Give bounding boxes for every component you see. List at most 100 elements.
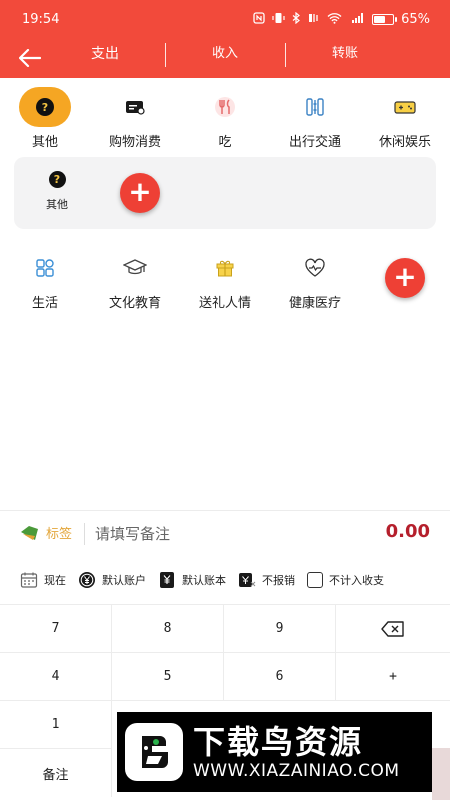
date-option-label: 现在: [44, 574, 66, 587]
account-option[interactable]: 默认账户: [78, 571, 146, 589]
category-icon-bg: [199, 87, 251, 127]
key-9[interactable]: 9: [224, 605, 336, 653]
note-key[interactable]: 备注: [0, 749, 112, 797]
reimburse-icon: [238, 571, 256, 589]
note-input[interactable]: [95, 521, 365, 547]
category-icon-bg: [109, 248, 161, 288]
account-option-label: 默认账户: [102, 574, 146, 587]
backspace-icon: [381, 620, 404, 637]
screen: 19:54 65% 支出 收入 转账 ? 其他 购物消费 吃 出行交通 休闲娱乐…: [0, 0, 450, 800]
add-category-button[interactable]: +: [385, 258, 425, 298]
card-icon: [126, 101, 145, 115]
date-option[interactable]: 现在: [20, 571, 66, 589]
arrow-left-icon: [19, 49, 41, 67]
battery-icon: [372, 13, 398, 25]
category-icon-bg: [19, 248, 71, 288]
category-icon-bg: ?: [19, 87, 71, 127]
category-transit[interactable]: 出行交通: [270, 87, 360, 150]
watermark-url: WWW.XIAZAINIAO.COM: [193, 761, 400, 781]
exclude-option[interactable]: 不计入收支: [307, 572, 384, 588]
category-label: 休闲娱乐: [378, 135, 431, 150]
category-label: 购物消费: [108, 135, 161, 150]
wifi-icon: [327, 12, 342, 26]
key-plus[interactable]: +: [336, 653, 450, 701]
book-option[interactable]: 默认账本: [158, 571, 226, 589]
status-bar: 19:54 65%: [0, 0, 450, 38]
key-6[interactable]: 6: [224, 653, 336, 701]
gift-icon: [216, 260, 234, 277]
watermark-banner: 下载鸟资源 WWW.XIAZAINIAO.COM: [117, 712, 432, 792]
status-icons: 65%: [253, 12, 430, 27]
graduation-cap-icon: [123, 259, 147, 275]
category-food[interactable]: 吃: [180, 87, 270, 150]
category-label: 其他: [31, 135, 58, 150]
category-label: 生活: [31, 296, 58, 311]
vibrate-icon: [272, 12, 285, 26]
tab-expense[interactable]: 支出: [60, 38, 150, 78]
confirm-button[interactable]: [432, 748, 450, 800]
grid-icon: [36, 259, 54, 277]
gamepad-icon: [394, 101, 416, 114]
category-icon-bg: [379, 87, 431, 127]
heart-pulse-icon: [305, 258, 325, 277]
battery-percent: 65%: [401, 11, 430, 27]
transit-icon: [306, 98, 324, 116]
category-living[interactable]: 生活: [0, 248, 90, 311]
add-subcategory-button[interactable]: +: [120, 173, 160, 213]
bird-logo-icon: [125, 723, 183, 781]
category-label: 送礼人情: [198, 296, 251, 311]
watermark-title: 下载鸟资源: [193, 723, 364, 761]
key-7[interactable]: 7: [0, 605, 112, 653]
reimburse-option[interactable]: 不报销: [238, 571, 295, 589]
category-icon-bg: [289, 87, 341, 127]
backspace-key[interactable]: [336, 605, 450, 653]
question-icon: ?: [36, 98, 54, 116]
category-label: 文化教育: [108, 296, 161, 311]
book-option-label: 默认账本: [182, 574, 226, 587]
tab-divider: [285, 43, 286, 67]
category-label: 健康医疗: [288, 296, 341, 311]
subcategory-other[interactable]: ? 其他: [34, 171, 80, 212]
yen-book-icon: [158, 571, 176, 589]
category-gifts[interactable]: 送礼人情: [180, 248, 270, 311]
category-label: 吃: [218, 135, 232, 150]
plus-icon: +: [393, 260, 417, 293]
calendar-icon: [20, 571, 38, 589]
tab-transfer[interactable]: 转账: [300, 38, 390, 78]
tag-button[interactable]: 标签: [20, 523, 72, 542]
key-8[interactable]: 8: [112, 605, 224, 653]
key-1[interactable]: 1: [0, 701, 112, 749]
battery-fill: [374, 15, 386, 23]
checkbox-icon[interactable]: [307, 572, 323, 588]
options-row: 现在 默认账户 默认账本 不报销 不计入收支: [0, 558, 450, 602]
note-key-label: 备注: [42, 767, 69, 783]
category-leisure[interactable]: 休闲娱乐: [360, 87, 450, 150]
5g-signal-icon: [349, 12, 365, 26]
header: 支出 收入 转账: [0, 38, 450, 78]
amount-display: 0.00: [385, 521, 430, 542]
category-other[interactable]: ? 其他: [0, 87, 90, 150]
back-button[interactable]: [14, 42, 46, 74]
key-4[interactable]: 4: [0, 653, 112, 701]
plus-icon: +: [128, 175, 152, 208]
status-time: 19:54: [22, 11, 60, 27]
exclude-option-label: 不计入收支: [329, 574, 384, 587]
category-education[interactable]: 文化教育: [90, 248, 180, 311]
key-5[interactable]: 5: [112, 653, 224, 701]
category-icon-bg: [289, 248, 341, 288]
note-divider: [84, 523, 85, 545]
subcategory-panel: ? 其他 +: [14, 157, 436, 229]
tag-icon: [21, 525, 38, 540]
category-health[interactable]: 健康医疗: [270, 248, 360, 311]
category-icon-bg: [199, 248, 251, 288]
signal-mute-icon: [308, 12, 320, 26]
question-icon: ?: [48, 171, 66, 188]
category-label: 出行交通: [288, 135, 341, 150]
reimburse-option-label: 不报销: [262, 574, 295, 587]
fork-knife-icon: [215, 97, 235, 117]
tab-income[interactable]: 收入: [180, 38, 270, 78]
category-shopping[interactable]: 购物消费: [90, 87, 180, 150]
note-row: 标签 0.00: [0, 510, 450, 554]
subcategory-label: 其他: [46, 198, 68, 211]
yen-coin-icon: [78, 571, 96, 589]
